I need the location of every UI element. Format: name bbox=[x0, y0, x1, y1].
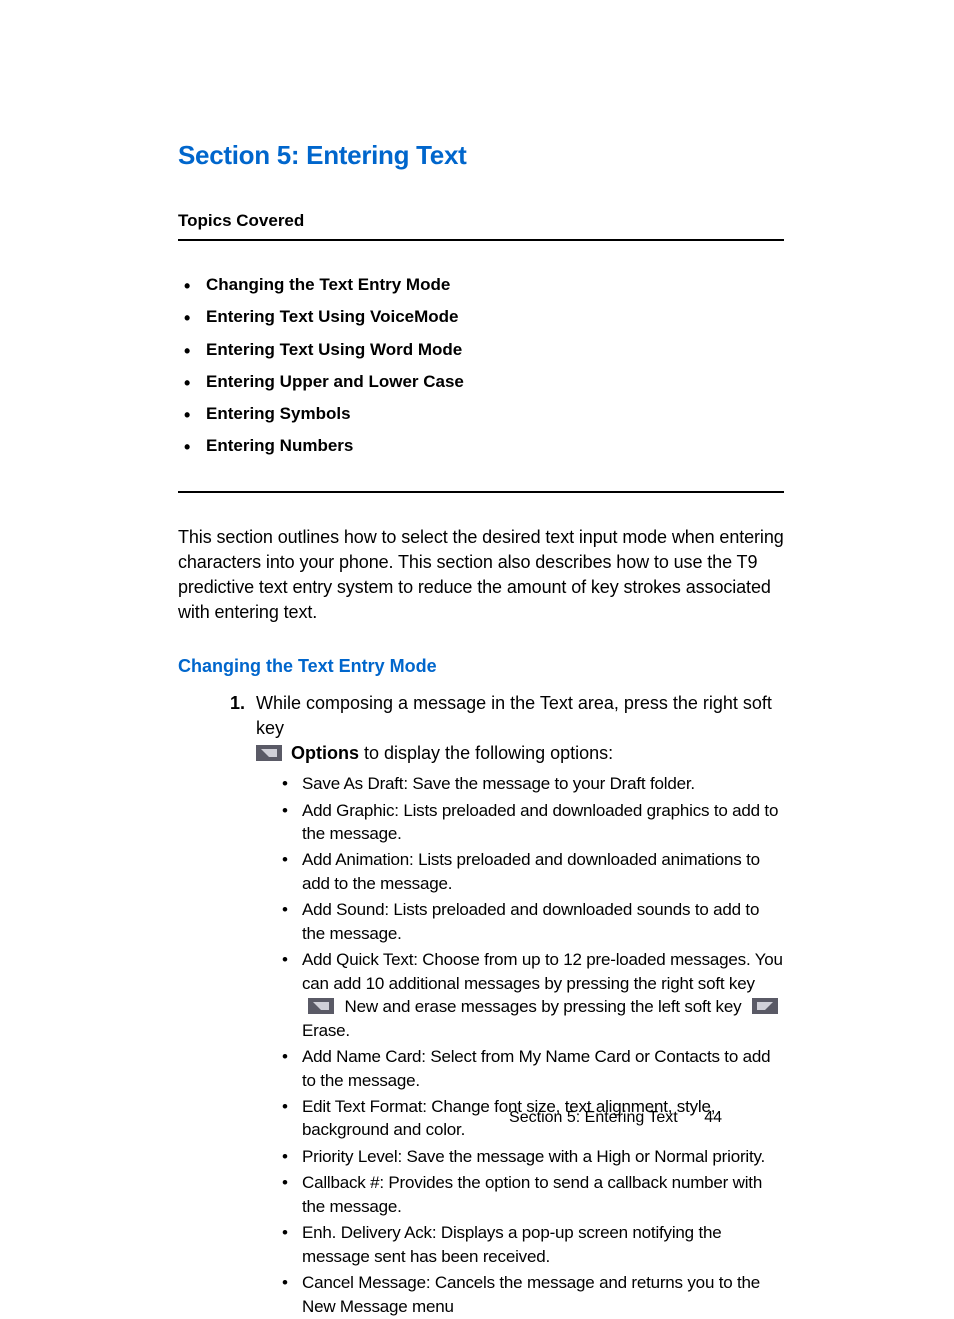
topics-covered-heading: Topics Covered bbox=[178, 211, 784, 241]
left-softkey-icon bbox=[752, 998, 778, 1014]
page-number: 44 bbox=[704, 1109, 722, 1126]
topic-item: Entering Upper and Lower Case bbox=[182, 366, 784, 398]
list-item: Enh. Delivery Ack: Displays a pop-up scr… bbox=[280, 1221, 784, 1268]
item-text-b: New and erase messages by pressing the l… bbox=[340, 997, 746, 1016]
list-item: Add Name Card: Select from My Name Card … bbox=[280, 1045, 784, 1092]
list-item: Cancel Message: Cancels the message and … bbox=[280, 1271, 784, 1318]
list-item: Add Quick Text: Choose from up to 12 pre… bbox=[280, 948, 784, 1042]
intro-paragraph: This section outlines how to select the … bbox=[178, 525, 784, 626]
page-footer: Section 5: Entering Text 44 bbox=[509, 1109, 722, 1127]
list-item: Add Graphic: Lists preloaded and downloa… bbox=[280, 799, 784, 846]
right-softkey-icon bbox=[256, 745, 282, 761]
footer-section-label: Section 5: Entering Text bbox=[509, 1109, 678, 1126]
topics-list: Changing the Text Entry Mode Entering Te… bbox=[182, 269, 784, 463]
step-1: 1. While composing a message in the Text… bbox=[178, 691, 784, 1319]
list-item: Save As Draft: Save the message to your … bbox=[280, 772, 784, 795]
list-item: Add Animation: Lists preloaded and downl… bbox=[280, 848, 784, 895]
options-line: Options to display the following options… bbox=[256, 741, 784, 766]
option-bullets: Save As Draft: Save the message to your … bbox=[256, 772, 784, 1318]
topic-item: Changing the Text Entry Mode bbox=[182, 269, 784, 301]
item-text-c: Erase. bbox=[302, 1021, 350, 1040]
options-label: Options bbox=[291, 743, 359, 763]
topic-item: Entering Text Using Word Mode bbox=[182, 334, 784, 366]
step-list: 1. While composing a message in the Text… bbox=[178, 691, 784, 1319]
list-item: Callback #: Provides the option to send … bbox=[280, 1171, 784, 1218]
list-item: Add Sound: Lists preloaded and downloade… bbox=[280, 898, 784, 945]
topic-item: Entering Numbers bbox=[182, 430, 784, 462]
topic-item: Entering Symbols bbox=[182, 398, 784, 430]
options-tail: to display the following options: bbox=[359, 743, 613, 763]
item-text-a: Add Quick Text: Choose from up to 12 pre… bbox=[302, 950, 783, 992]
section-title: Section 5: Entering Text bbox=[178, 140, 784, 171]
step-number: 1. bbox=[230, 691, 245, 716]
divider bbox=[178, 491, 784, 493]
topic-item: Entering Text Using VoiceMode bbox=[182, 301, 784, 333]
subheading-changing-mode: Changing the Text Entry Mode bbox=[178, 656, 784, 677]
right-softkey-icon bbox=[308, 998, 334, 1014]
step-text: While composing a message in the Text ar… bbox=[256, 693, 772, 738]
list-item: Priority Level: Save the message with a … bbox=[280, 1145, 784, 1168]
